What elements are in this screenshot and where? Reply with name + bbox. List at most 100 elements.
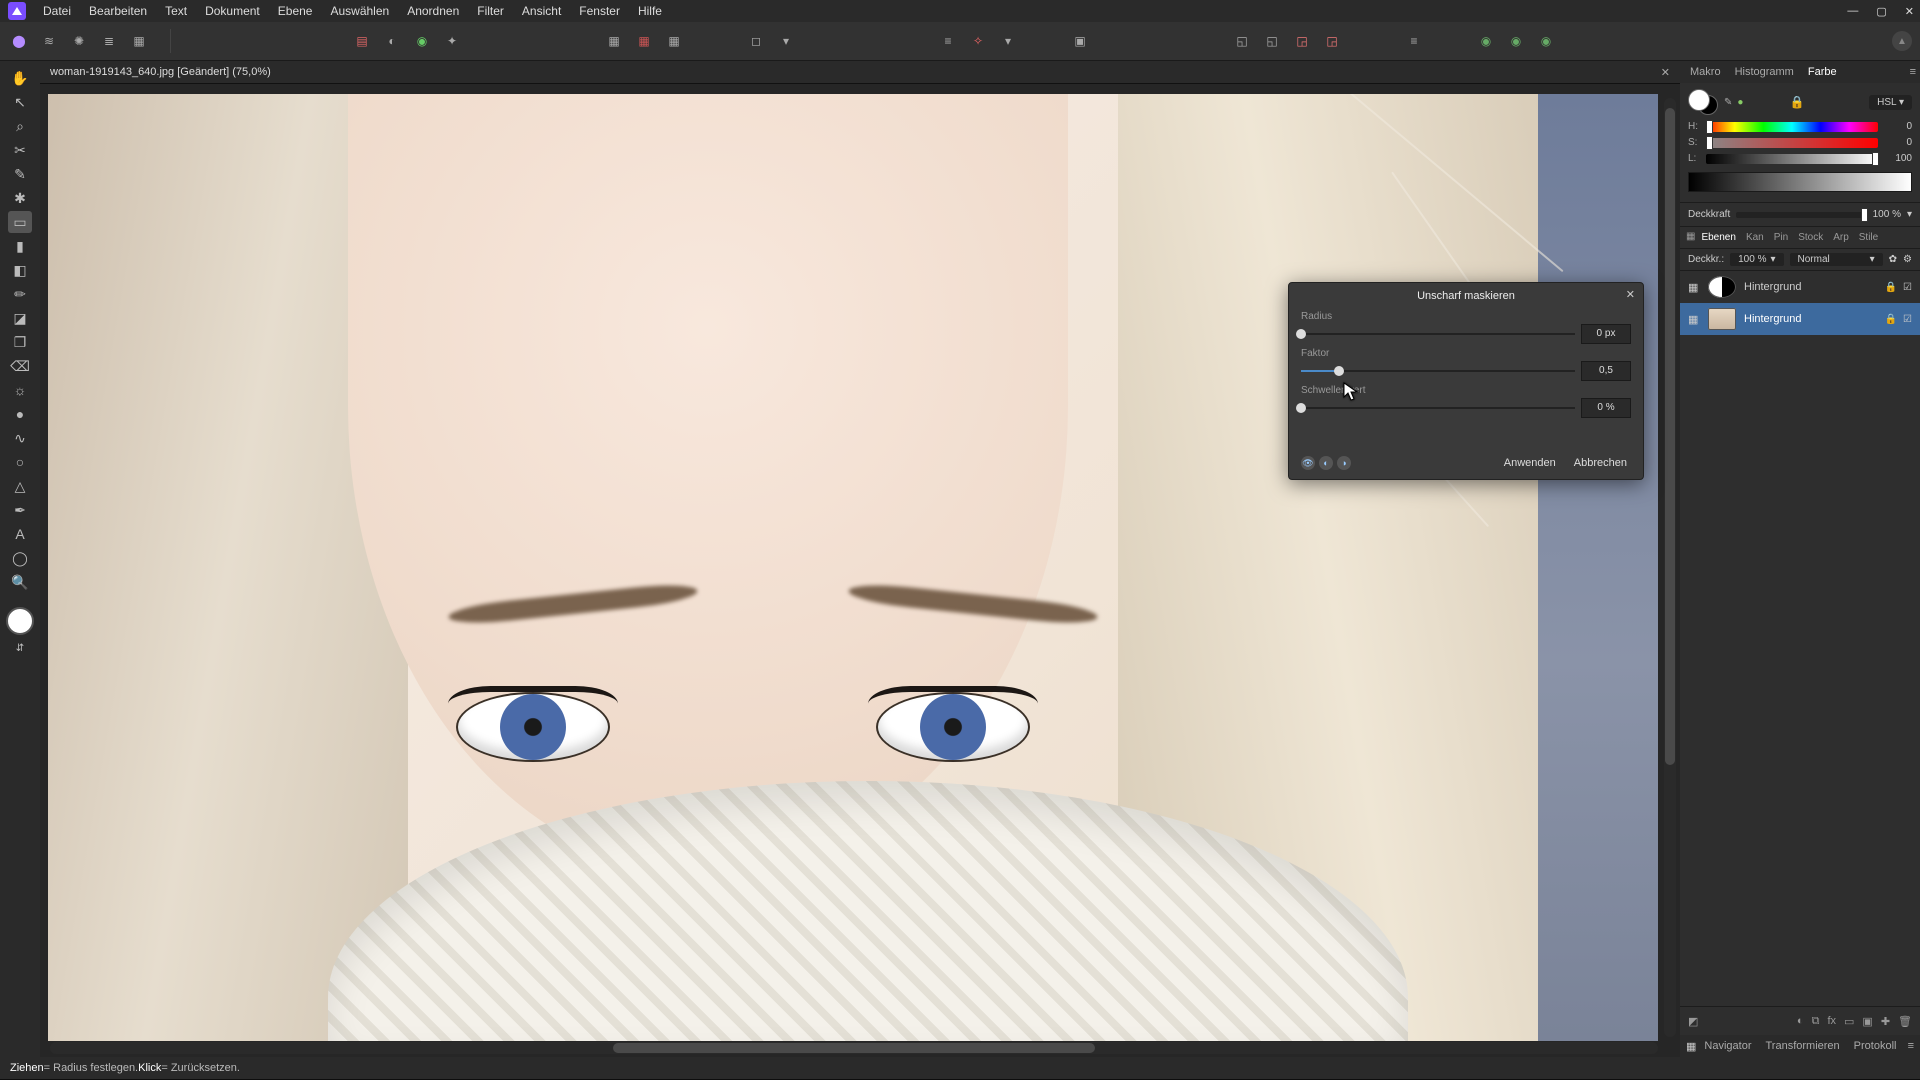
layer-row[interactable]: ▦ Hintergrund 🔒☑ xyxy=(1680,303,1920,335)
zoom-tool-icon[interactable]: 🔍 xyxy=(8,571,32,593)
add-mask-icon[interactable]: ▭ xyxy=(1844,1015,1854,1028)
factor-value[interactable]: 0,5 xyxy=(1581,361,1631,381)
move-tool-icon[interactable]: ↖ xyxy=(8,91,32,113)
arrange-front-icon[interactable]: ◲ xyxy=(1321,30,1343,52)
burn-tool-icon[interactable]: ● xyxy=(8,403,32,425)
arrange-backward-icon[interactable]: ◱ xyxy=(1261,30,1283,52)
menu-text[interactable]: Text xyxy=(156,1,196,21)
snap-icon[interactable]: ◉ xyxy=(1475,30,1497,52)
smudge-tool-icon[interactable]: ∿ xyxy=(8,427,32,449)
group-icon[interactable]: ▣ xyxy=(1862,1015,1872,1028)
horizontal-scrollbar[interactable] xyxy=(50,1042,1658,1054)
persona-export-icon[interactable]: ▦ xyxy=(128,30,150,52)
check-icon[interactable]: ☑ xyxy=(1903,314,1912,325)
vertical-scrollbar[interactable] xyxy=(1664,98,1676,1037)
persona-develop-icon[interactable]: ✺ xyxy=(68,30,90,52)
menu-dokument[interactable]: Dokument xyxy=(196,1,269,21)
marquee-tool-icon[interactable]: ▭ xyxy=(8,211,32,233)
visibility-icon[interactable]: ▦ xyxy=(1688,281,1700,293)
dialog-close-icon[interactable]: ✕ xyxy=(1626,288,1635,301)
gradient-preview[interactable] xyxy=(1688,172,1912,192)
lock-icon[interactable]: 🔒 xyxy=(1885,314,1897,325)
persona-tone-icon[interactable]: ≣ xyxy=(98,30,120,52)
shape-tool-icon[interactable]: ◯ xyxy=(8,547,32,569)
crop-mode-icon[interactable]: ◻ xyxy=(745,30,767,52)
tab-kan[interactable]: Kan xyxy=(1742,231,1768,244)
fg-bg-swatches[interactable] xyxy=(1688,89,1718,115)
lig-slider[interactable] xyxy=(1706,154,1878,164)
hue-value[interactable]: 0 xyxy=(1884,121,1912,132)
split-view-icon[interactable]: ◑ xyxy=(1337,456,1351,470)
snap2-icon[interactable]: ◉ xyxy=(1505,30,1527,52)
menu-hilfe[interactable]: Hilfe xyxy=(629,1,671,21)
delete-layer-icon[interactable]: 🗑 xyxy=(1898,1015,1912,1028)
erase-tool-icon[interactable]: ◪ xyxy=(8,307,32,329)
maximize-icon[interactable]: ▢ xyxy=(1876,5,1886,18)
tab-ebenen[interactable]: Ebenen xyxy=(1697,231,1739,244)
blend-mode-select[interactable]: Normal▾ xyxy=(1790,253,1883,266)
tab-pin[interactable]: Pin xyxy=(1770,231,1792,244)
tab-farbe[interactable]: Farbe xyxy=(1802,64,1843,80)
arrange-forward-icon[interactable]: ◲ xyxy=(1291,30,1313,52)
align-icon[interactable]: ≡ xyxy=(937,30,959,52)
autocolor-icon[interactable]: ◉ xyxy=(411,30,433,52)
sat-slider[interactable] xyxy=(1706,138,1878,148)
swap-swatch-icon[interactable]: ⇵ xyxy=(8,637,32,659)
arrange-back-icon[interactable]: ◱ xyxy=(1231,30,1253,52)
menu-filter[interactable]: Filter xyxy=(468,1,513,21)
radius-value[interactable]: 0 px xyxy=(1581,324,1631,344)
tab-stile[interactable]: Stile xyxy=(1855,231,1882,244)
studio-menu-icon[interactable]: ≡ xyxy=(1910,66,1916,78)
sat-value[interactable]: 0 xyxy=(1884,137,1912,148)
flood-select-tool-icon[interactable]: ✱ xyxy=(8,187,32,209)
gradient-tool-icon[interactable]: ◧ xyxy=(8,259,32,281)
opacity-value[interactable]: 100 % xyxy=(1873,209,1901,220)
tab-arp[interactable]: Arp xyxy=(1829,231,1853,244)
persona-photo-icon[interactable]: ⬤ xyxy=(8,30,30,52)
autocontrast-icon[interactable]: ◐ xyxy=(381,30,403,52)
add-pixel-icon[interactable]: ✚ xyxy=(1881,1015,1890,1028)
crop-dropdown-icon[interactable]: ▾ xyxy=(775,30,797,52)
flood-fill-tool-icon[interactable]: ▮ xyxy=(8,235,32,257)
threshold-slider[interactable] xyxy=(1301,401,1575,415)
layer-row[interactable]: ▦ Hintergrund 🔒☑ xyxy=(1680,271,1920,303)
tab-protokoll[interactable]: Protokoll xyxy=(1848,1038,1903,1054)
eyedropper-icon[interactable]: ✎ xyxy=(1724,97,1732,108)
autowb-icon[interactable]: ✦ xyxy=(441,30,463,52)
tab-makro[interactable]: Makro xyxy=(1684,64,1727,80)
layer-opacity-field[interactable]: 100 %▾ xyxy=(1730,253,1783,266)
check-icon[interactable]: ☑ xyxy=(1903,282,1912,293)
opacity-dropdown-icon[interactable]: ▾ xyxy=(1907,209,1912,220)
dodge-tool-icon[interactable]: ☼ xyxy=(8,379,32,401)
menu-datei[interactable]: Datei xyxy=(34,1,80,21)
hand-tool-icon[interactable]: ✋ xyxy=(8,67,32,89)
preview-toggle-icon[interactable]: 👁 xyxy=(1301,456,1315,470)
color-mode-select[interactable]: HSL ▾ xyxy=(1869,95,1912,110)
document-tab[interactable]: woman-1919143_640.jpg [Geändert] (75,0%)… xyxy=(40,61,1680,84)
persona-liquify-icon[interactable]: ≋ xyxy=(38,30,60,52)
threshold-value[interactable]: 0 % xyxy=(1581,398,1631,418)
quickfx-dropdown-icon[interactable]: ▾ xyxy=(997,30,1019,52)
tab-navigator[interactable]: Navigator xyxy=(1698,1038,1757,1054)
menu-auswaehlen[interactable]: Auswählen xyxy=(321,1,398,21)
selection-add-icon[interactable]: ▦ xyxy=(663,30,685,52)
bottom-studio-menu-icon[interactable]: ≡ xyxy=(1908,1040,1914,1052)
distribute-icon[interactable]: ≡ xyxy=(1403,30,1425,52)
before-after-icon[interactable]: ◐ xyxy=(1319,456,1333,470)
clone-tool-icon[interactable]: ❐ xyxy=(8,331,32,353)
tab-stock[interactable]: Stock xyxy=(1794,231,1827,244)
add-adjust-icon[interactable]: ◐ xyxy=(1797,1015,1804,1028)
crop-tool-icon[interactable]: ✂ xyxy=(8,139,32,161)
menu-bearbeiten[interactable]: Bearbeiten xyxy=(80,1,156,21)
factor-slider[interactable] xyxy=(1301,364,1575,378)
text-tool-icon[interactable]: A xyxy=(8,523,32,545)
tab-histogramm[interactable]: Histogramm xyxy=(1729,64,1800,80)
color-lock-icon[interactable]: 🔒 xyxy=(1789,95,1804,109)
menu-ebene[interactable]: Ebene xyxy=(269,1,322,21)
quickfx-icon[interactable]: ✧ xyxy=(967,30,989,52)
color-picker-tool-icon[interactable]: ⌕ xyxy=(8,115,32,137)
menu-ansicht[interactable]: Ansicht xyxy=(513,1,570,21)
mask-icon[interactable]: ◩ xyxy=(1688,1015,1698,1028)
selection-clear-icon[interactable]: ▦ xyxy=(633,30,655,52)
minimize-icon[interactable]: — xyxy=(1847,5,1858,17)
